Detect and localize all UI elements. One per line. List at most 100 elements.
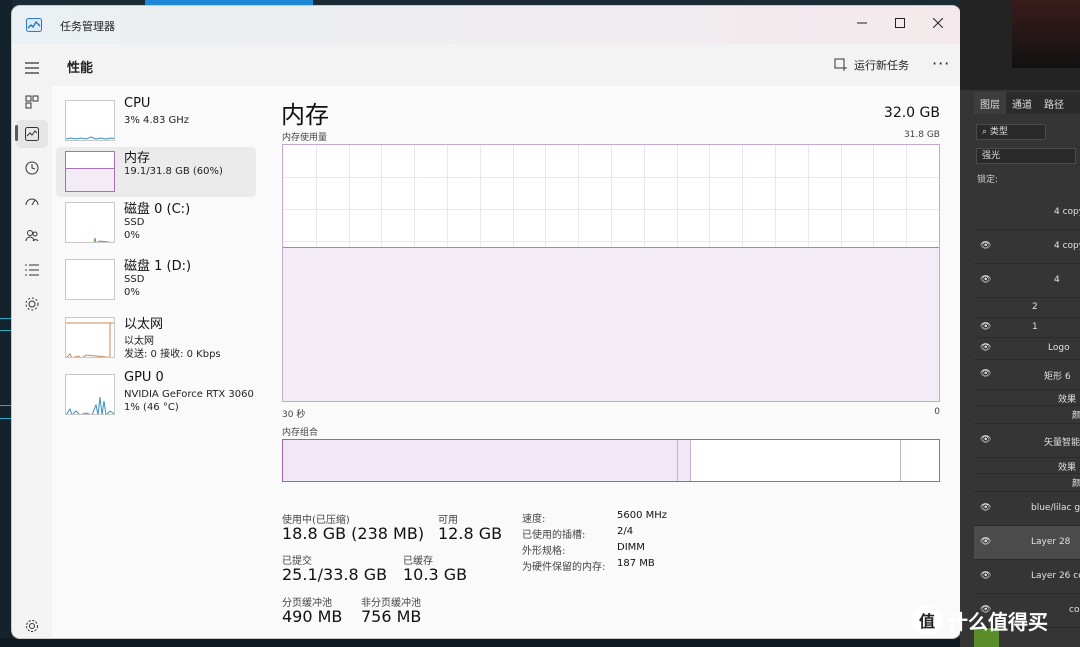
layer-name: 效果 — [1058, 463, 1077, 473]
performance-icon[interactable] — [22, 124, 42, 144]
memory-detail-panel: 内存 32.0 GB 内存使用量 31.8 GB 30 秒 0 内存组合 使用中… — [266, 86, 960, 638]
layer-effect-row[interactable]: 效果 — [974, 458, 1080, 474]
disk-0-thumbnail — [65, 202, 115, 243]
run-new-task-button[interactable]: 运行新任务 — [834, 56, 909, 74]
layer-row[interactable]: 4 copy — [974, 196, 1080, 230]
eye-icon[interactable]: 👁 — [980, 369, 991, 379]
composition-modified — [676, 440, 690, 481]
window-title: 任务管理器 — [60, 20, 115, 33]
layer-row[interactable]: 👁 4 — [974, 264, 1080, 298]
available-value: 12.8 GB — [438, 524, 503, 543]
perf-item-name: 磁盘 0 (C:) — [124, 202, 191, 217]
eye-icon[interactable]: 👁 — [980, 503, 991, 513]
details-icon[interactable] — [22, 260, 42, 280]
tab-channels[interactable]: 通道 — [1006, 92, 1038, 114]
perf-item-memory[interactable]: 内存 19.1/31.8 GB (60%) — [56, 147, 256, 197]
maximize-icon — [895, 18, 905, 28]
tab-paths[interactable]: 路径 — [1038, 92, 1070, 114]
layers-tabs: 图层 通道 路径 — [974, 92, 1080, 114]
perf-item-detail: 0% — [124, 287, 140, 298]
desktop-guide-line — [0, 330, 12, 331]
hamburger-icon[interactable] — [22, 58, 42, 78]
form-factor-label: 外形规格: — [522, 546, 566, 557]
memory-title: 内存 — [281, 101, 329, 129]
layer-row[interactable]: 👁 矢量智能 — [974, 424, 1080, 458]
close-icon — [933, 18, 943, 28]
layer-name: 1 — [1032, 322, 1038, 332]
minimize-button[interactable] — [844, 10, 880, 36]
memory-usage-fill — [283, 247, 939, 401]
blend-mode-select[interactable]: 强光 — [976, 148, 1076, 164]
eye-icon[interactable]: 👁 — [980, 343, 991, 353]
eye-icon[interactable]: 👁 — [980, 435, 991, 445]
layer-effect-row[interactable]: 效果 — [974, 390, 1080, 406]
layer-name: cop — [1069, 605, 1080, 615]
eye-icon[interactable]: 👁 — [980, 322, 991, 332]
watermark: 值 什么值得买 — [912, 605, 1048, 635]
users-icon[interactable] — [22, 226, 42, 246]
speed-label: 速度: — [522, 514, 546, 525]
eye-icon[interactable]: 👁 — [980, 241, 991, 251]
eye-icon[interactable]: 👁 — [980, 275, 991, 285]
layer-row[interactable]: 👁 Logo — [974, 338, 1080, 360]
cpu-thumbnail — [65, 100, 115, 141]
perf-item-model: NVIDIA GeForce RTX 3060 — [124, 389, 254, 400]
task-manager-app-icon — [26, 18, 42, 32]
hardware-reserved-label: 为硬件保留的内存: — [522, 562, 606, 573]
perf-item-disk-1[interactable]: 磁盘 1 (D:) SSD 0% — [56, 255, 256, 305]
page-title: 性能 — [67, 61, 94, 76]
layer-name: 矢量智能 — [1044, 438, 1080, 448]
app-history-icon[interactable] — [22, 158, 42, 178]
desktop-guide-line — [0, 405, 12, 406]
perf-item-detail: 3% 4.83 GHz — [124, 115, 190, 126]
title-bar[interactable]: 任务管理器 — [12, 6, 960, 44]
memory-composition-label: 内存组合 — [282, 428, 319, 438]
ethernet-thumbnail — [65, 317, 115, 358]
eye-icon[interactable]: 👁 — [980, 537, 991, 547]
perf-item-name: 内存 — [124, 151, 151, 166]
memory-usage-label: 内存使用量 — [282, 133, 328, 143]
layer-name: 4 copy — [1054, 241, 1080, 251]
startup-icon[interactable] — [22, 192, 42, 212]
services-icon[interactable] — [22, 294, 42, 314]
eye-icon[interactable]: 👁 — [980, 571, 991, 581]
perf-item-type: SSD — [124, 217, 145, 228]
blend-mode-value: 强光 — [982, 151, 1001, 161]
settings-icon[interactable] — [22, 616, 42, 636]
perf-item-cpu[interactable]: CPU 3% 4.83 GHz — [56, 96, 256, 146]
more-options-button[interactable]: ··· — [932, 54, 950, 73]
layer-row[interactable]: 2 — [974, 298, 1080, 318]
layer-effect-row[interactable]: 颜 — [974, 406, 1080, 424]
maximize-button[interactable] — [882, 10, 918, 36]
layer-row-selected[interactable]: 👁 Layer 28 — [974, 526, 1080, 560]
layer-row[interactable]: 👁 Layer 26 cop — [974, 560, 1080, 594]
processes-icon[interactable] — [22, 92, 42, 112]
layer-name: 矩形 6 — [1044, 372, 1071, 382]
layer-row[interactable]: 👁 1 — [974, 318, 1080, 338]
layer-row[interactable]: 👁 blue/lilac gra — [974, 492, 1080, 526]
perf-item-type: SSD — [124, 274, 145, 285]
photoshop-top-area — [960, 0, 1080, 90]
layer-name: 颜 — [1072, 479, 1080, 489]
sidebar-active-indicator — [15, 125, 18, 141]
in-use-value: 18.8 GB (238 MB) — [282, 524, 425, 543]
color-picker-area[interactable] — [1012, 0, 1080, 68]
layer-filter-kind[interactable]: ⌕ 类型 — [976, 124, 1046, 140]
layer-name: blue/lilac gra — [1031, 503, 1080, 513]
layer-effect-row[interactable]: 颜 — [974, 474, 1080, 492]
close-button[interactable] — [920, 10, 956, 36]
perf-item-gpu[interactable]: GPU 0 NVIDIA GeForce RTX 3060 1% (46 °C) — [56, 370, 256, 420]
layer-row[interactable]: 👁 4 copy — [974, 230, 1080, 264]
perf-item-disk-0[interactable]: 磁盘 0 (C:) SSD 0% — [56, 198, 256, 248]
layer-row[interactable]: 👁 矩形 6 — [974, 360, 1080, 390]
layer-name: Logo — [1048, 343, 1070, 353]
run-new-task-label: 运行新任务 — [854, 59, 909, 72]
graph-time-axis-start: 30 秒 — [282, 410, 306, 420]
page-header: 性能 运行新任务 ··· — [52, 44, 960, 86]
layer-name: Layer 28 — [1031, 537, 1071, 547]
perf-item-name: CPU — [124, 96, 151, 111]
slots-used-label: 已使用的插槽: — [522, 530, 586, 541]
tab-layers[interactable]: 图层 — [974, 92, 1006, 114]
layer-name: 效果 — [1058, 395, 1077, 405]
perf-item-ethernet[interactable]: 以太网 以太网 发送: 0 接收: 0 Kbps — [56, 313, 256, 363]
